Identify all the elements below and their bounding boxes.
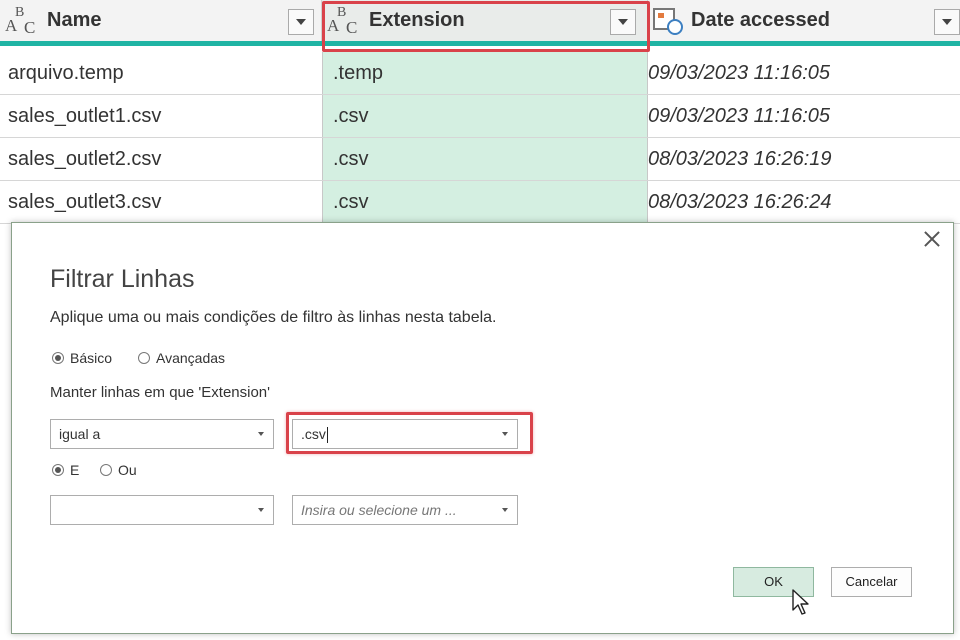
keep-rows-label: Manter linhas em que 'Extension' <box>50 384 271 401</box>
cell-date-text: 09/03/2023 11:16:05 <box>648 105 831 127</box>
column-filter-dropdown[interactable] <box>288 9 314 35</box>
value-combobox-2-placeholder: Insira ou selecione um ... <box>301 502 457 518</box>
filter-rows-dialog: Filtrar Linhas Aplique uma ou mais condi… <box>11 222 954 634</box>
highlight-annotation-header <box>322 1 650 52</box>
cell-extension: .csv <box>322 181 648 223</box>
cell-name: arquivo.temp <box>8 62 124 84</box>
radio-advanced[interactable]: Avançadas <box>138 350 225 366</box>
cell-extension: .csv <box>322 95 648 137</box>
radio-basic-label: Básico <box>70 350 113 366</box>
operator-select-2[interactable] <box>50 495 274 525</box>
cell-date-text: 09/03/2023 11:16:05 <box>648 62 831 84</box>
operator-select-1-value: igual a <box>59 426 101 442</box>
radio-basic[interactable]: Básico <box>52 350 112 366</box>
cell-date: 08/03/2023 16:26:24 <box>648 181 960 223</box>
table-row[interactable]: sales_outlet1.csv .csv 09/03/2023 11:16:… <box>0 95 960 138</box>
radio-or-label: Ou <box>118 462 137 478</box>
table-row[interactable]: arquivo.temp .temp 09/03/2023 11:16:05 <box>0 52 960 95</box>
cell-date-text: 08/03/2023 16:26:19 <box>648 148 832 170</box>
operator-select-1[interactable]: igual a <box>50 419 274 449</box>
cell-name: sales_outlet1.csv <box>8 105 162 127</box>
column-filter-dropdown[interactable] <box>934 9 960 35</box>
column-header-date-accessed[interactable]: Date accessed <box>648 0 960 41</box>
datetime-type-icon[interactable] <box>653 6 683 36</box>
highlight-annotation-value <box>286 412 533 454</box>
cell-extension: .temp <box>322 52 648 94</box>
radio-and-label: E <box>70 462 80 478</box>
cell-name: sales_outlet3.csv <box>8 191 162 213</box>
cell-date-text: 08/03/2023 16:26:24 <box>648 191 832 213</box>
radio-advanced-label: Avançadas <box>156 350 226 366</box>
dialog-description: Aplique uma ou mais condições de filtro … <box>50 309 497 326</box>
cell-date: 09/03/2023 11:16:05 <box>648 52 960 94</box>
table-row[interactable]: sales_outlet3.csv .csv 08/03/2023 16:26:… <box>0 181 960 224</box>
radio-dot[interactable] <box>138 352 150 364</box>
close-icon[interactable] <box>922 229 942 249</box>
mouse-pointer-icon <box>792 589 809 615</box>
cell-name: sales_outlet2.csv <box>8 148 162 170</box>
radio-and[interactable]: E <box>52 462 79 478</box>
value-combobox-2[interactable]: Insira ou selecione um ... <box>292 495 518 525</box>
radio-dot[interactable] <box>100 464 112 476</box>
cell-extension: .csv <box>322 138 648 180</box>
dialog-title: Filtrar Linhas <box>50 265 195 293</box>
radio-dot-selected[interactable] <box>52 352 64 364</box>
cancel-button[interactable]: Cancelar <box>831 567 912 597</box>
column-header-name[interactable]: ABC Name <box>0 0 322 41</box>
table-row[interactable]: sales_outlet2.csv .csv 08/03/2023 16:26:… <box>0 138 960 181</box>
radio-or[interactable]: Ou <box>100 462 137 478</box>
column-header-label: Date accessed <box>691 9 830 31</box>
radio-dot-selected[interactable] <box>52 464 64 476</box>
cell-date: 09/03/2023 11:16:05 <box>648 95 960 137</box>
text-type-icon[interactable]: ABC <box>5 4 39 38</box>
column-header-label: Name <box>47 9 102 31</box>
cell-date: 08/03/2023 16:26:19 <box>648 138 960 180</box>
